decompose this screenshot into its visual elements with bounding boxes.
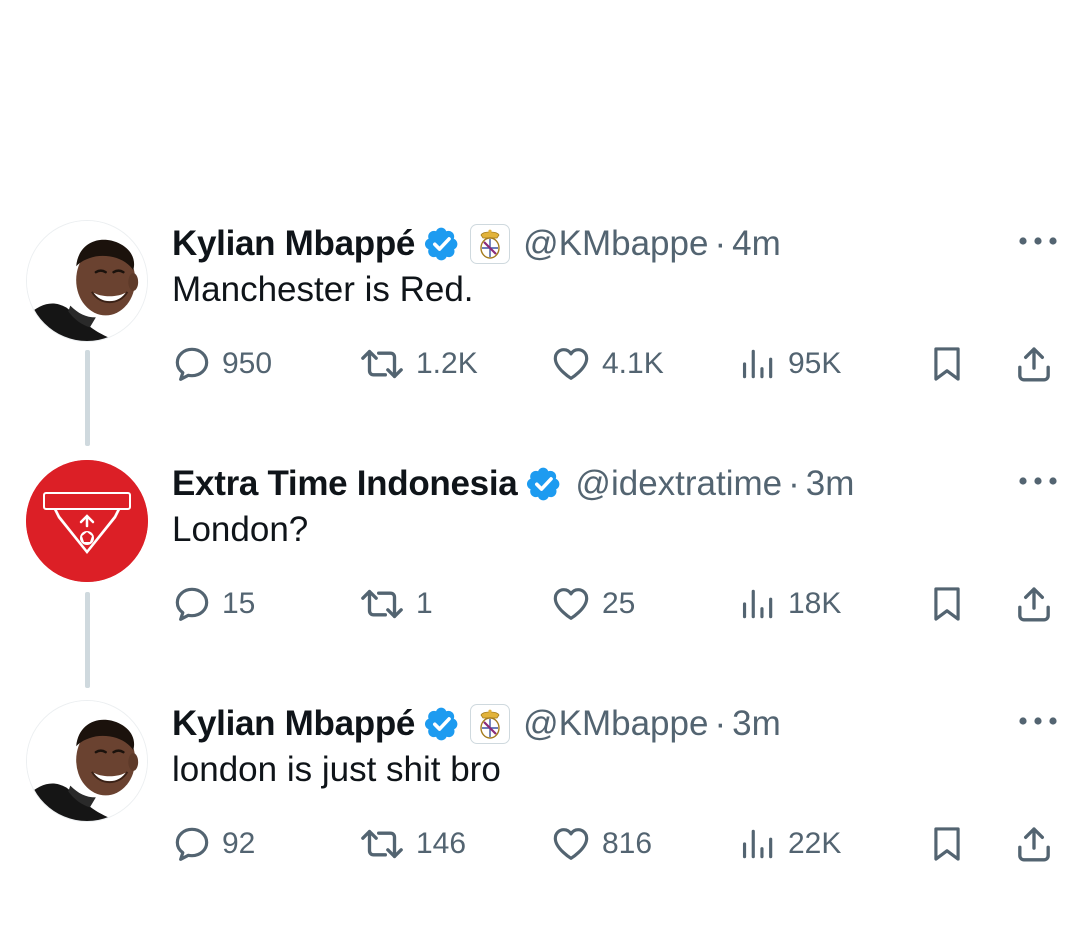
retweet-button[interactable]: 1.2K	[358, 342, 478, 386]
retweet-icon	[358, 824, 406, 864]
avatar[interactable]	[26, 460, 148, 582]
share-button[interactable]	[1014, 822, 1054, 866]
like-icon	[550, 584, 592, 624]
views-icon	[738, 585, 778, 623]
reply-count: 15	[222, 587, 256, 620]
more-icon[interactable]	[1016, 714, 1060, 728]
verified-badge-icon	[424, 706, 460, 742]
retweet-icon	[358, 344, 406, 384]
share-icon	[1014, 344, 1054, 384]
author-name[interactable]: Extra Time Indonesia	[172, 464, 518, 504]
more-icon[interactable]	[1016, 474, 1060, 488]
author-name[interactable]: Kylian Mbappé	[172, 224, 415, 264]
author-handle[interactable]: @idextratime	[575, 464, 782, 504]
like-button[interactable]: 25	[550, 582, 635, 626]
reply-button[interactable]: 950	[172, 342, 272, 386]
bookmark-button[interactable]	[928, 342, 966, 386]
reply-icon	[172, 344, 212, 384]
views-count: 22K	[788, 827, 842, 860]
share-icon	[1014, 584, 1054, 624]
avatar[interactable]	[26, 700, 148, 822]
author-handle[interactable]: @KMbappe	[523, 224, 708, 264]
retweet-count: 1	[416, 587, 433, 620]
like-icon	[550, 824, 592, 864]
views-button[interactable]: 22K	[738, 822, 841, 866]
retweet-button[interactable]: 146	[358, 822, 466, 866]
tweet-timestamp[interactable]: 3m	[732, 704, 781, 744]
author-name[interactable]: Kylian Mbappé	[172, 704, 415, 744]
views-icon	[738, 345, 778, 383]
bookmark-icon	[928, 824, 966, 864]
views-icon	[738, 825, 778, 863]
tweet-header: Extra Time Indonesia @idextratime · 3m	[172, 458, 854, 510]
tweet-text: london is just shit bro	[172, 750, 501, 789]
retweet-button[interactable]: 1	[358, 582, 433, 626]
share-button[interactable]	[1014, 342, 1054, 386]
verified-badge-icon	[526, 466, 562, 502]
retweet-count: 1.2K	[416, 347, 478, 380]
person-avatar-image	[27, 701, 147, 821]
verified-badge-icon	[424, 226, 460, 262]
retweet-count: 146	[416, 827, 467, 860]
retweet-icon	[358, 584, 406, 624]
views-button[interactable]: 95K	[738, 342, 841, 386]
reply-button[interactable]: 15	[172, 582, 255, 626]
separator-dot: ·	[788, 464, 800, 503]
reply-count: 92	[222, 827, 256, 860]
reply-icon	[172, 584, 212, 624]
tweet-timestamp[interactable]: 4m	[732, 224, 781, 264]
bookmark-button[interactable]	[928, 822, 966, 866]
like-button[interactable]: 816	[550, 822, 652, 866]
tweet-text: London?	[172, 510, 309, 549]
like-button[interactable]: 4.1K	[550, 342, 664, 386]
affiliate-crest-icon[interactable]	[470, 704, 511, 744]
tweet[interactable]: Extra Time Indonesia @idextratime · 3m L…	[0, 452, 1088, 652]
like-count: 816	[602, 827, 653, 860]
bookmark-icon	[928, 344, 966, 384]
views-button[interactable]: 18K	[738, 582, 841, 626]
avatar[interactable]	[26, 220, 148, 342]
separator-dot: ·	[714, 704, 727, 743]
affiliate-crest-icon[interactable]	[470, 224, 511, 264]
like-count: 25	[602, 587, 636, 620]
like-count: 4.1K	[602, 347, 664, 380]
separator-dot: ·	[714, 224, 727, 263]
tweet[interactable]: Kylian Mbappé @KMbappe · 4m Manchester i…	[0, 212, 1088, 412]
bookmark-button[interactable]	[928, 582, 966, 626]
more-icon[interactable]	[1016, 234, 1060, 248]
share-button[interactable]	[1014, 582, 1054, 626]
reply-button[interactable]: 92	[172, 822, 255, 866]
person-avatar-image	[27, 221, 147, 341]
share-icon	[1014, 824, 1054, 864]
reply-count: 950	[222, 347, 273, 380]
tweet[interactable]: Kylian Mbappé @KMbappe · 3m london is ju…	[0, 692, 1088, 892]
bookmark-icon	[928, 584, 966, 624]
author-handle[interactable]: @KMbappe	[523, 704, 708, 744]
tweet-header: Kylian Mbappé @KMbappe · 4m	[172, 218, 781, 270]
like-icon	[550, 344, 592, 384]
reply-icon	[172, 824, 212, 864]
views-count: 95K	[788, 347, 842, 380]
tweet-timestamp[interactable]: 3m	[806, 464, 855, 504]
tweet-text: Manchester is Red.	[172, 270, 474, 309]
extra-time-logo	[26, 460, 148, 582]
tweet-header: Kylian Mbappé @KMbappe · 3m	[172, 698, 781, 750]
tweet-thread: Kylian Mbappé @KMbappe · 4m Manchester i…	[0, 0, 1088, 943]
views-count: 18K	[788, 587, 842, 620]
